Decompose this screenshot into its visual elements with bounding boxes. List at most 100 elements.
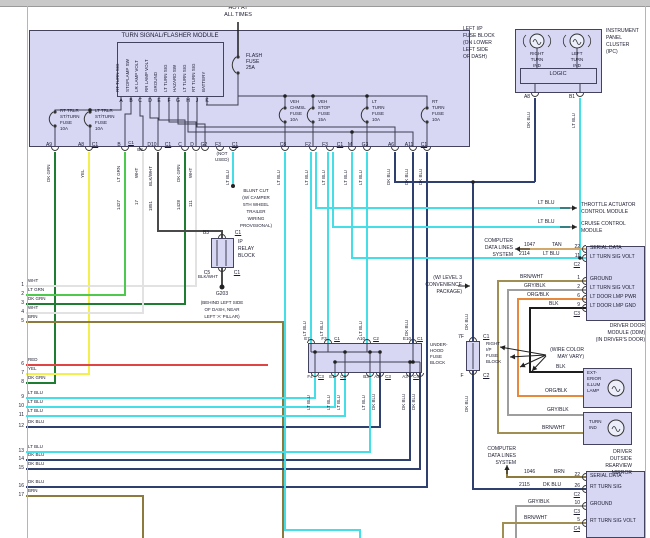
c8-ltblu [284, 152, 361, 538]
diagram-label: 1 [577, 275, 580, 281]
diagram-label: TURN [432, 105, 445, 110]
diagram-label: BRN/WHT [542, 425, 566, 431]
top-window-edge [0, 0, 650, 7]
diagram-label: RR LAMP VOLT [144, 59, 149, 92]
connector-pin-arc [51, 146, 59, 151]
diagram-label: LT BLU [306, 395, 311, 410]
hot-bus [237, 74, 428, 108]
diagram-label: LT BLU [538, 200, 555, 206]
blk-wht-relay [157, 152, 223, 238]
pointer-arrow-icon [509, 354, 547, 360]
diagram-label: IND [533, 63, 541, 68]
diagram-label: TURN [589, 419, 602, 424]
diagram-label: LT TRLR [95, 108, 113, 113]
diagram-label: LT BLU [543, 251, 560, 257]
diagram-label: A6 [387, 142, 395, 148]
diagram-label: VEH [318, 99, 328, 104]
diagram-label: DK GRN [176, 164, 181, 182]
diagram-label: IND [589, 425, 597, 430]
diagram-label: BRN/WHT [524, 515, 548, 521]
diagram-label: LT BLU [361, 395, 366, 410]
diagram-label: SERIAL DATA [590, 473, 622, 479]
a6-dkblu [394, 152, 535, 183]
right-turn-ind-lamp [522, 33, 552, 49]
diagram-label: STOPLAMP SW [125, 59, 130, 92]
wire [149, 105, 159, 147]
diagram-label: WIRING [247, 216, 265, 221]
diagram-label: 17 [134, 199, 139, 205]
diagram-label: LT BLU [358, 170, 363, 185]
diagram-label: C1 [91, 142, 99, 148]
diagram-label: B1 [568, 94, 576, 100]
diagram-label: B8 [137, 147, 143, 152]
diagram-label: A11 [404, 142, 414, 148]
diagram-label: 111 [188, 200, 193, 207]
diagram-label: C [138, 98, 142, 104]
veh-chmsl-fuse [278, 106, 287, 124]
diagram-label: G3 [361, 142, 369, 148]
diagram-label: 2115 [519, 482, 530, 488]
diagram-label: C1 [128, 140, 134, 145]
diagram-label: 5 [21, 318, 24, 324]
diagram-label: 22 [574, 244, 580, 250]
wire [206, 96, 239, 106]
diagram-label: 4 [21, 309, 24, 315]
diagram-label: DK GRN [28, 296, 46, 301]
diagram-label: FUSE [95, 120, 108, 125]
diagram-label: 17 [18, 492, 24, 498]
connector-pin-arc [531, 92, 539, 97]
diagram-label: REARVIEW [605, 463, 632, 469]
diagram-label: 13 [18, 448, 24, 454]
diagram-label: C2 [573, 492, 580, 498]
diagram-label: C1 [233, 270, 241, 276]
diagram-label: RIGHT [486, 341, 500, 346]
diagram-label: OF DASH, NEAR [204, 307, 240, 312]
diagram-label: E [157, 98, 161, 104]
diagram-label: DK BLU [418, 168, 423, 185]
diagram-label: 10A [372, 117, 381, 122]
veh-stop-fuse [306, 106, 315, 124]
diagram-label: LEFT [571, 51, 583, 56]
diagram-label: B [117, 142, 121, 148]
diagram-label: LT BLU [28, 399, 43, 404]
diagram-label: LT BLU [319, 321, 324, 336]
diagram-label: E1 [329, 374, 335, 379]
diagram-label: LT BLU [28, 444, 43, 449]
diagram-label: A10 [356, 336, 366, 341]
diagram-label: LT BLU [336, 395, 341, 410]
diagram-label: 5TH WHEEL [243, 202, 269, 207]
junction-dot [313, 350, 317, 354]
diagram-label: BLOCK [238, 253, 255, 259]
junction-dot [411, 360, 415, 364]
junction-dot [333, 360, 337, 364]
diagram-label: F3 [322, 142, 328, 148]
diagram-label: B3 [202, 230, 210, 236]
diagram-label: BRN [28, 488, 38, 493]
diagram-label: C4 [413, 374, 419, 379]
diagram-label: MAY VARY) [557, 354, 584, 360]
diagram-label: F2 [305, 142, 311, 148]
diagram-label: BATTERY [201, 71, 206, 92]
diagram-label: 10A [290, 117, 299, 122]
diagram-label: C1 [483, 334, 490, 340]
diagram-label: A3 [402, 374, 408, 379]
diagram-label: GROUND [590, 501, 613, 507]
diagram-label: D [148, 98, 152, 104]
diagram-label: RT TURN SIG [115, 63, 120, 92]
junction-dot [471, 180, 475, 184]
diagram-label: (NOT [216, 151, 228, 156]
diagram-label: LT DOOR LMP PWR [590, 294, 637, 300]
diagram-label: BRN [28, 314, 38, 319]
diagram-label: (IPC) [606, 49, 618, 55]
diagram-label: ERIOR [587, 376, 602, 381]
diagram-label: RT TRLR [60, 108, 79, 113]
diagram-label: C8 [279, 142, 287, 148]
diagram-label: (BEHIND LEFT SIDE [200, 300, 244, 305]
diagram-label: DK BLU [464, 313, 469, 330]
diagram-label: DK BLU [386, 168, 391, 185]
diagram-label: BLK [549, 301, 559, 307]
diagram-label: LT BLU [343, 170, 348, 185]
mirror-note: DRIVER [613, 449, 632, 455]
diagram-label: LT BLU [358, 321, 363, 336]
lt-trlr-fuse [83, 110, 92, 128]
